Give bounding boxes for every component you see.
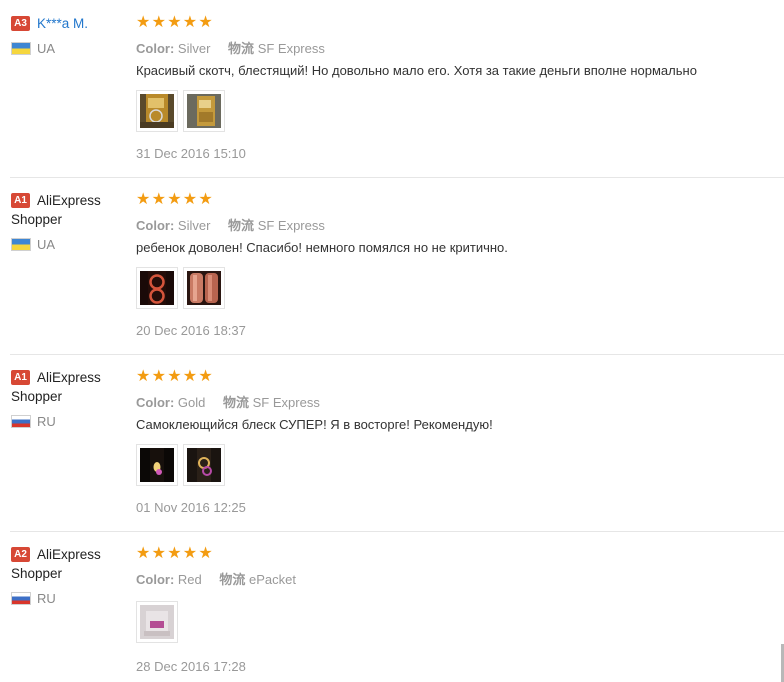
star-icon: ★: [198, 191, 213, 208]
logistics-value: SF Express: [252, 395, 320, 410]
order-meta: Color: Silver 物流 SF Express: [136, 38, 339, 57]
country-code: UA: [37, 237, 56, 252]
review-photo-thumbnail[interactable]: [136, 444, 178, 486]
logistics-value: SF Express: [257, 218, 325, 233]
star-icon: ★: [198, 14, 213, 31]
tape-photo-image: [187, 448, 221, 482]
star-icon: ★: [182, 14, 198, 31]
reviewer-name: AliExpress Shopper: [11, 547, 101, 581]
reviewer-name[interactable]: K***a M.: [11, 14, 126, 33]
tape-photo-image: [140, 94, 174, 128]
star-icon: ★: [151, 191, 166, 208]
reviewer-country: UA: [11, 237, 55, 252]
color-value: Red: [177, 572, 202, 587]
review-photo-thumbnail[interactable]: [136, 267, 178, 309]
review-photos: [136, 267, 225, 309]
star-icon: ★: [167, 545, 182, 562]
country-code: RU: [37, 591, 56, 606]
review-date: 28 Dec 2016 17:28: [136, 659, 246, 674]
review-date: 31 Dec 2016 15:10: [136, 146, 246, 161]
review-photos: [136, 601, 178, 643]
logistics-label: 物流: [219, 572, 246, 587]
star-icon: ★: [167, 191, 182, 208]
color-value: Silver: [177, 41, 211, 56]
reviewer-country: RU: [11, 591, 56, 606]
ukraine-flag-icon: [11, 42, 31, 55]
reviewer-name: AliExpress Shopper: [11, 193, 101, 227]
star-rating: ★ ★ ★ ★ ★: [136, 546, 213, 562]
tape-photo-image: [140, 271, 174, 305]
star-icon: ★: [182, 368, 198, 385]
order-meta: Color: Red 物流 ePacket: [136, 569, 310, 588]
order-meta: Color: Gold 物流 SF Express: [136, 392, 334, 411]
logistics-label: 物流: [223, 395, 250, 410]
review-item: A3 K***a M. UA ★ ★ ★ ★ ★ Color: Silver 物流 SF…: [0, 0, 784, 178]
logistics-label: 物流: [228, 218, 255, 233]
tape-photo-image: [187, 94, 221, 128]
logistics-value: ePacket: [249, 572, 297, 587]
reviewer-country: RU: [11, 414, 56, 429]
star-icon: ★: [198, 545, 213, 562]
star-rating: ★ ★ ★ ★ ★: [136, 369, 213, 385]
color-label: Color:: [136, 395, 175, 410]
star-icon: ★: [136, 545, 151, 562]
review-photo-thumbnail[interactable]: [183, 90, 225, 132]
star-icon: ★: [151, 368, 166, 385]
star-icon: ★: [167, 14, 182, 31]
review-photo-thumbnail[interactable]: [183, 444, 225, 486]
review-date: 01 Nov 2016 12:25: [136, 500, 246, 515]
review-photo-thumbnail[interactable]: [136, 601, 178, 643]
review-photos: [136, 444, 225, 486]
review-item: A1 AliExpress Shopper UA ★ ★ ★ ★ ★ Color: Si…: [0, 177, 784, 355]
reviewer-country: UA: [11, 41, 55, 56]
reviewer-name: AliExpress Shopper: [11, 370, 101, 404]
review-photo-thumbnail[interactable]: [136, 90, 178, 132]
russia-flag-icon: [11, 592, 31, 605]
review-photos: [136, 90, 225, 132]
star-icon: ★: [151, 14, 166, 31]
star-icon: ★: [151, 545, 166, 562]
color-label: Color:: [136, 572, 175, 587]
color-label: Color:: [136, 218, 175, 233]
review-date: 20 Dec 2016 18:37: [136, 323, 246, 338]
review-photo-thumbnail[interactable]: [183, 267, 225, 309]
review-text: ребенок доволен! Спасибо! немного помялс…: [136, 240, 508, 255]
country-code: RU: [37, 414, 56, 429]
star-rating: ★ ★ ★ ★ ★: [136, 192, 213, 208]
tape-photo-image: [187, 271, 221, 305]
color-label: Color:: [136, 41, 175, 56]
star-icon: ★: [136, 14, 151, 31]
review-text: Красивый скотч, блестящий! Но довольно м…: [136, 63, 697, 78]
color-value: Silver: [177, 218, 211, 233]
color-value: Gold: [177, 395, 206, 410]
tape-photo-image: [140, 448, 174, 482]
star-icon: ★: [182, 545, 198, 562]
ukraine-flag-icon: [11, 238, 31, 251]
review-item: A2 AliExpress Shopper RU ★ ★ ★ ★ ★ Color: Re…: [0, 531, 784, 682]
star-icon: ★: [167, 368, 182, 385]
star-icon: ★: [198, 368, 213, 385]
country-code: UA: [37, 41, 56, 56]
star-rating: ★ ★ ★ ★ ★: [136, 15, 213, 31]
tape-photo-image: [140, 605, 174, 639]
review-item: A1 AliExpress Shopper RU ★ ★ ★ ★ ★ Color: Go…: [0, 354, 784, 532]
russia-flag-icon: [11, 415, 31, 428]
order-meta: Color: Silver 物流 SF Express: [136, 215, 339, 234]
star-icon: ★: [136, 368, 151, 385]
logistics-value: SF Express: [257, 41, 325, 56]
star-icon: ★: [136, 191, 151, 208]
logistics-label: 物流: [228, 41, 255, 56]
star-icon: ★: [182, 191, 198, 208]
review-text: Самоклеющийся блеск СУПЕР! Я в восторге!…: [136, 417, 493, 432]
